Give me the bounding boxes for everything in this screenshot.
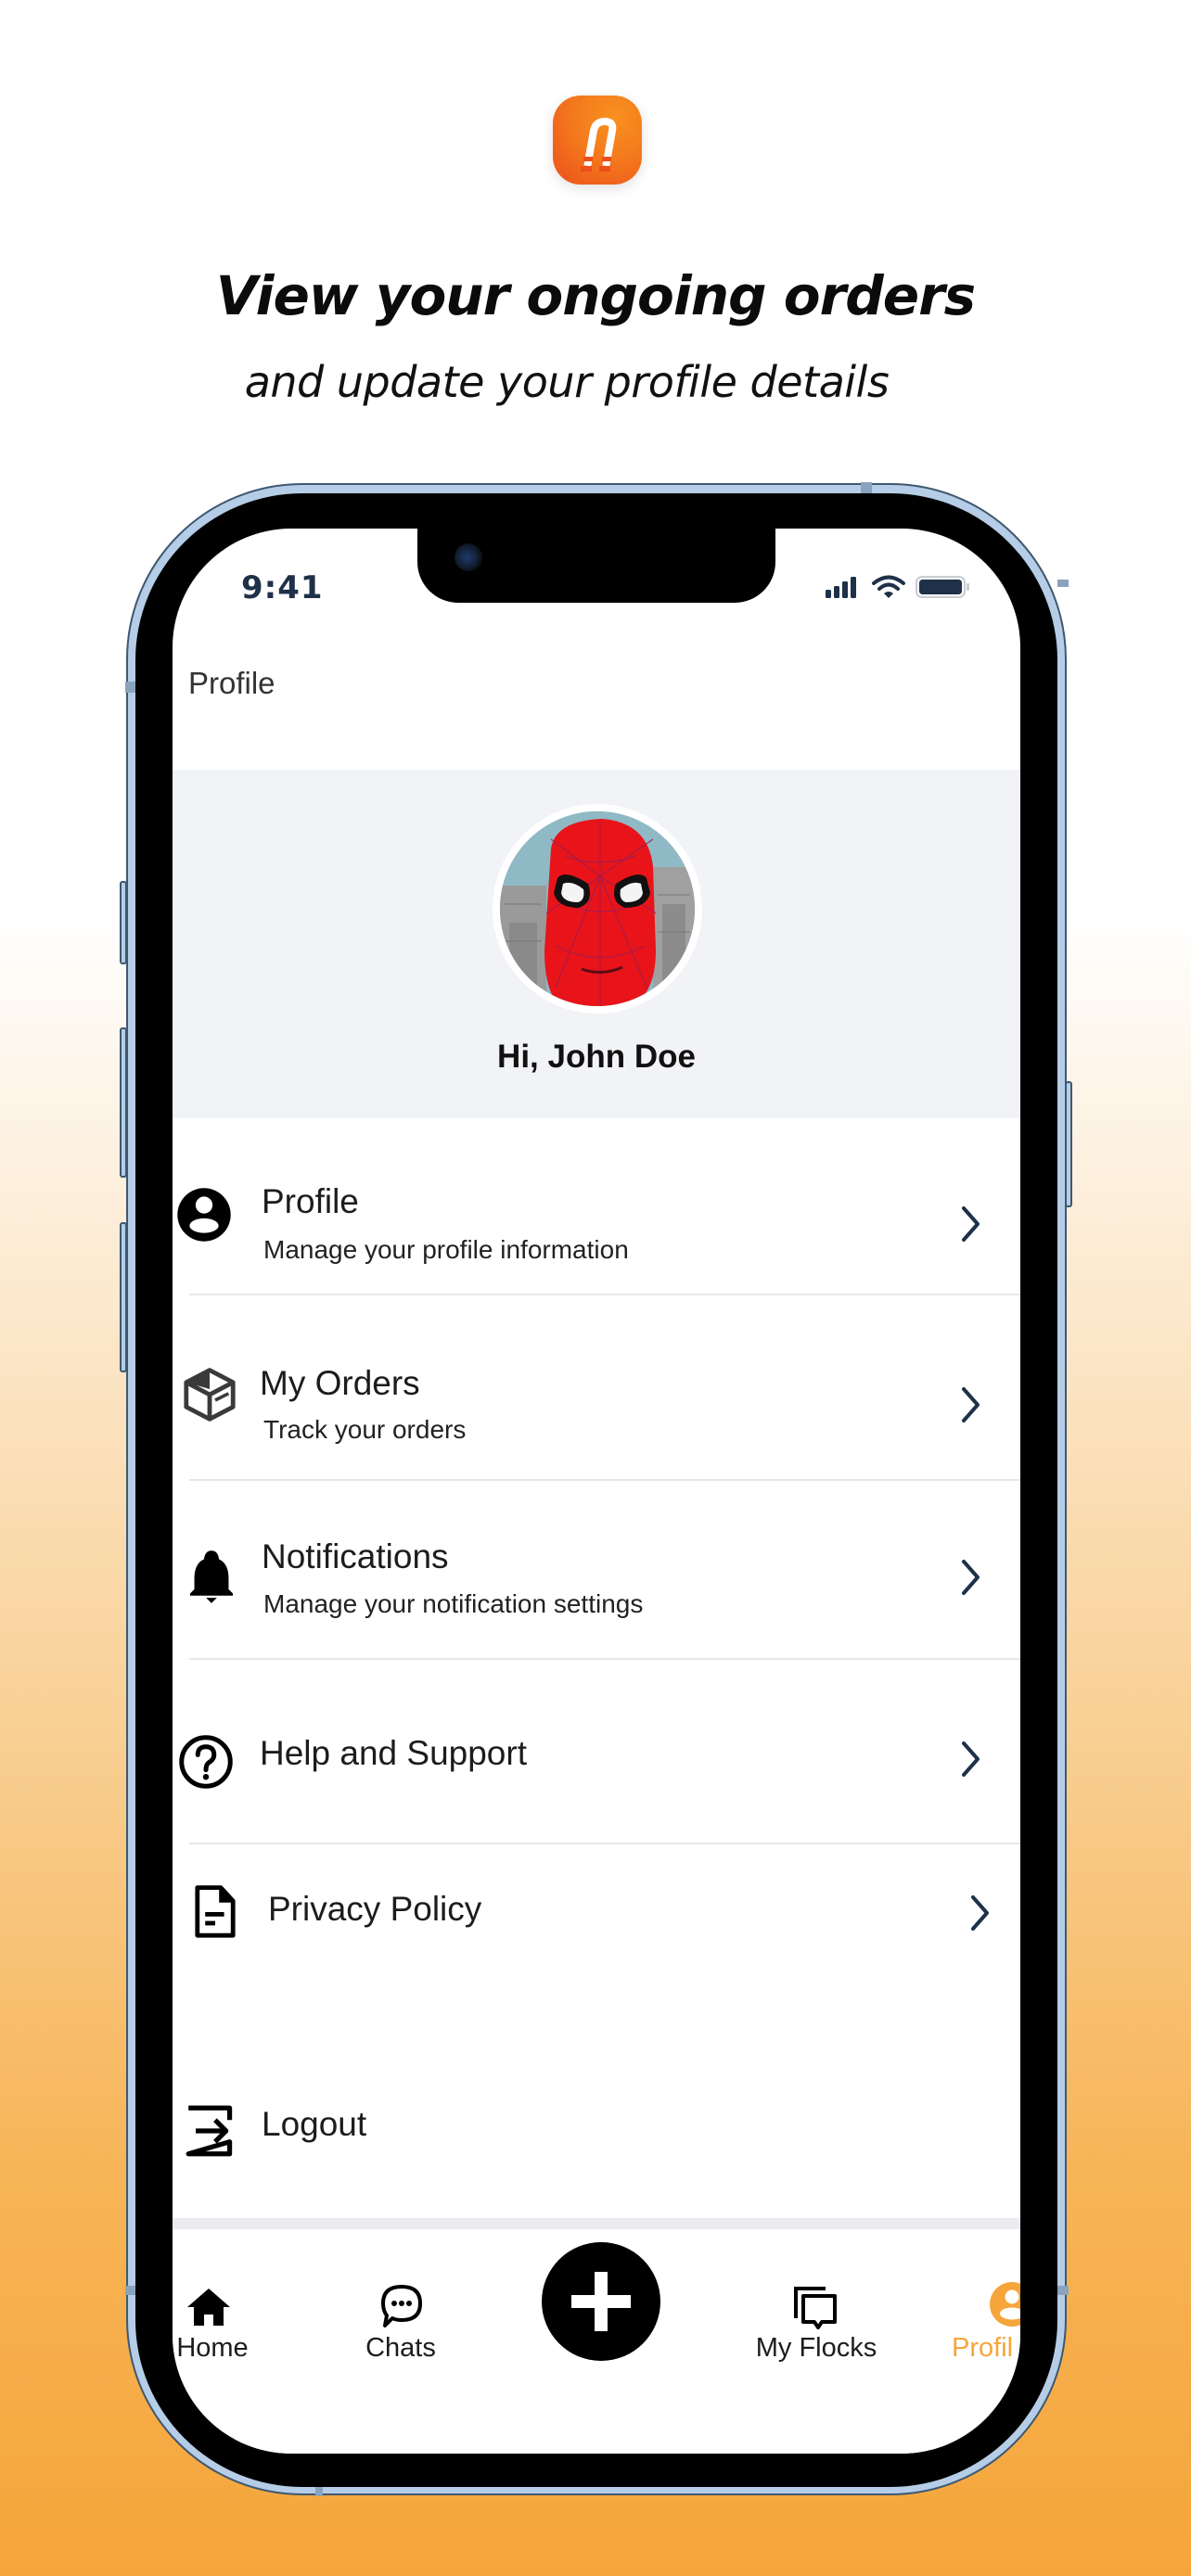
promo-headline: View your ongoing orders	[215, 264, 976, 327]
phone-antenna-line	[1057, 580, 1069, 587]
menu-item-subtitle: Manage your profile information	[263, 1235, 629, 1264]
page-title: Profile	[188, 666, 275, 700]
greeting-text: Hi, John Doe	[497, 1039, 696, 1075]
chat-bubble-icon	[381, 2285, 422, 2327]
help-circle-icon	[179, 1735, 233, 1789]
stacked-cards-icon	[794, 2287, 837, 2329]
phone-side-button-volume-up	[120, 1027, 127, 1178]
status-time: 9:41	[241, 569, 324, 606]
menu-divider	[189, 1843, 1020, 1844]
tab-label: Chats	[365, 2333, 436, 2363]
chevron-right-icon	[962, 1387, 980, 1422]
menu-item-title: My Orders	[260, 1364, 420, 1402]
menu-item-title: Help and Support	[260, 1734, 527, 1772]
menu-divider	[189, 1479, 1020, 1481]
logout-icon	[186, 2105, 233, 2157]
battery-icon	[916, 576, 969, 598]
menu-item-profile[interactable]: Profile Manage your profile information	[173, 1150, 1020, 1289]
tab-label: Profil	[952, 2333, 1014, 2363]
menu-item-subtitle: Track your orders	[263, 1415, 467, 1444]
phone-side-button-silent	[120, 881, 127, 964]
tab-chats[interactable]: Chats	[358, 2229, 443, 2368]
menu-item-help-and-support[interactable]: Help and Support	[173, 1678, 1020, 1836]
phone-side-button-power	[1065, 1081, 1072, 1207]
tab-home[interactable]: Home	[173, 2229, 249, 2368]
avatar-image	[500, 811, 695, 1006]
chevron-right-icon	[962, 1206, 980, 1242]
tab-profile[interactable]: Profil	[952, 2229, 1020, 2368]
menu-item-title: Logout	[262, 2105, 367, 2143]
content-bottom-edge	[173, 2218, 1020, 2229]
chevron-right-icon	[962, 1741, 980, 1777]
front-camera-icon	[455, 543, 482, 571]
user-circle-icon	[177, 1188, 231, 1242]
tab-label: Home	[176, 2333, 249, 2363]
status-icons	[824, 573, 972, 601]
phone-side-button-volume-down	[120, 1222, 127, 1372]
avatar[interactable]	[500, 811, 695, 1006]
chevron-right-icon	[971, 1895, 989, 1931]
tab-my-flocks[interactable]: My Flocks	[748, 2229, 885, 2368]
menu-item-logout[interactable]: Logout	[173, 2077, 1020, 2170]
menu-item-privacy-policy[interactable]: Privacy Policy	[173, 1855, 1020, 1957]
menu-item-title: Privacy Policy	[268, 1890, 482, 1928]
user-circle-icon	[990, 2282, 1020, 2327]
menu-item-title: Notifications	[262, 1537, 449, 1575]
cellular-signal-icon	[826, 577, 856, 598]
profile-summary: Hi, John Doe	[173, 770, 1020, 1118]
app-logo	[553, 96, 642, 185]
menu-item-subtitle: Manage your notification settings	[263, 1589, 644, 1618]
bottom-tab-bar: Home Chats My Flocks Profil	[173, 2229, 1020, 2454]
document-icon	[195, 1885, 236, 1938]
phone-antenna-line	[1057, 2286, 1069, 2295]
add-button[interactable]	[542, 2242, 660, 2361]
chevron-right-icon	[962, 1560, 980, 1595]
box-icon	[184, 1368, 236, 1422]
home-icon	[187, 2289, 230, 2326]
menu-divider	[189, 1294, 1020, 1295]
avatar-ring[interactable]	[493, 804, 702, 1014]
menu-divider	[189, 1658, 1020, 1660]
earpiece-speaker	[493, 529, 697, 530]
menu-item-title: Profile	[262, 1182, 359, 1220]
bell-icon	[189, 1550, 234, 1603]
plus-icon	[571, 2272, 631, 2331]
menu-item-notifications[interactable]: Notifications Manage your notification s…	[173, 1510, 1020, 1649]
app-logo-glyph	[581, 117, 617, 172]
phone-antenna-line	[861, 482, 872, 493]
wifi-icon	[872, 575, 905, 598]
promo-subheadline: and update your profile details	[244, 357, 890, 407]
tab-label: My Flocks	[755, 2333, 877, 2363]
camera-notch	[417, 529, 775, 603]
menu-item-my-orders[interactable]: My Orders Track your orders	[173, 1332, 1020, 1471]
phone-screen: 9:41 Profile Hi, John Doe Profile Manage…	[173, 529, 1020, 2454]
